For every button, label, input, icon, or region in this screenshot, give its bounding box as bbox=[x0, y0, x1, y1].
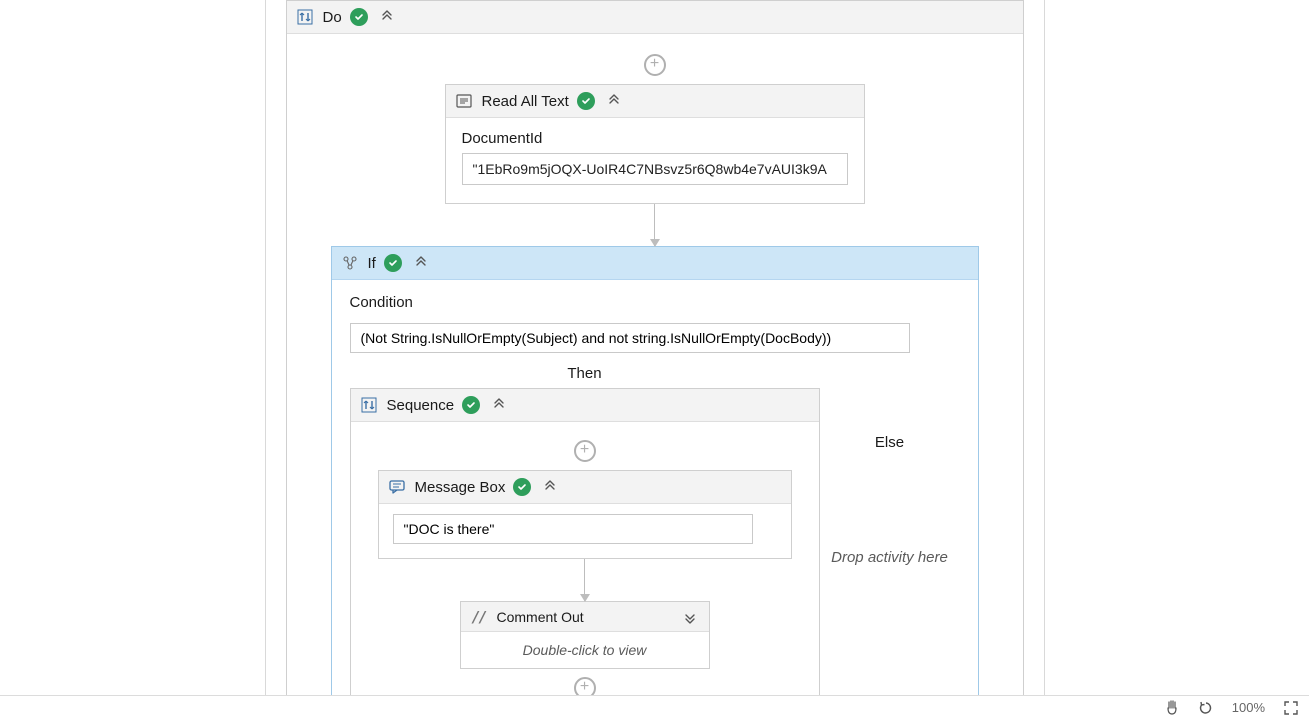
flow-connector bbox=[584, 559, 585, 601]
comment-out-activity[interactable]: // Comment Out Double-click to view bbox=[460, 601, 710, 669]
status-ok-icon bbox=[577, 92, 595, 110]
collapse-icon[interactable] bbox=[603, 90, 625, 112]
do-header[interactable]: Do bbox=[287, 1, 1023, 34]
add-activity-button[interactable] bbox=[644, 54, 666, 76]
then-branch[interactable]: Then Sequence bbox=[350, 365, 820, 695]
if-activity[interactable]: If Condition bbox=[331, 246, 979, 695]
status-ok-icon bbox=[462, 396, 480, 414]
else-branch[interactable]: Else Drop activity here bbox=[820, 365, 960, 695]
status-ok-icon bbox=[384, 254, 402, 272]
status-bar: 100% bbox=[0, 695, 1309, 719]
sequence-icon bbox=[359, 395, 379, 415]
if-icon bbox=[340, 253, 360, 273]
else-drop-hint: Drop activity here bbox=[831, 549, 948, 566]
add-activity-button[interactable] bbox=[574, 440, 596, 462]
collapse-icon[interactable] bbox=[539, 476, 561, 498]
documentid-label: DocumentId bbox=[462, 130, 848, 147]
reset-zoom-icon[interactable] bbox=[1198, 700, 1214, 716]
message-box-icon bbox=[387, 477, 407, 497]
do-body: Read All Text DocumentId bbox=[287, 34, 1023, 695]
collapse-icon[interactable] bbox=[410, 252, 432, 274]
read-all-text-header[interactable]: Read All Text bbox=[446, 85, 864, 118]
flow-connector bbox=[654, 204, 655, 246]
message-box-activity[interactable]: Message Box bbox=[378, 470, 792, 559]
do-title: Do bbox=[323, 9, 342, 26]
if-header[interactable]: If bbox=[332, 247, 978, 280]
documentid-input[interactable] bbox=[462, 153, 848, 185]
do-activity[interactable]: Do bbox=[286, 0, 1024, 695]
status-ok-icon bbox=[350, 8, 368, 26]
collapse-icon[interactable] bbox=[488, 394, 510, 416]
zoom-level[interactable]: 100% bbox=[1232, 700, 1265, 715]
sequence-activity[interactable]: Sequence bbox=[350, 388, 820, 695]
collapse-icon[interactable] bbox=[376, 6, 398, 28]
read-all-text-title: Read All Text bbox=[482, 93, 569, 110]
fit-screen-icon[interactable] bbox=[1283, 700, 1299, 716]
comment-out-hint[interactable]: Double-click to view bbox=[461, 632, 709, 668]
read-all-text-activity[interactable]: Read All Text DocumentId bbox=[445, 84, 865, 204]
status-ok-icon bbox=[513, 478, 531, 496]
read-text-icon bbox=[454, 91, 474, 111]
comment-out-header[interactable]: // Comment Out bbox=[461, 602, 709, 632]
comment-out-title: Comment Out bbox=[497, 609, 671, 625]
message-box-title: Message Box bbox=[415, 479, 506, 496]
condition-input[interactable] bbox=[350, 323, 910, 353]
add-activity-button[interactable] bbox=[574, 677, 596, 695]
sequence-header[interactable]: Sequence bbox=[351, 389, 819, 422]
condition-label: Condition bbox=[350, 294, 960, 311]
message-box-input[interactable] bbox=[393, 514, 753, 544]
else-label: Else bbox=[820, 434, 960, 451]
comment-icon: // bbox=[469, 607, 489, 627]
message-box-header[interactable]: Message Box bbox=[379, 471, 791, 504]
sequence-title: Sequence bbox=[387, 397, 455, 414]
expand-icon[interactable] bbox=[679, 606, 701, 628]
if-title: If bbox=[368, 255, 376, 272]
pan-icon[interactable] bbox=[1164, 700, 1180, 716]
sequence-icon bbox=[295, 7, 315, 27]
then-label: Then bbox=[350, 365, 820, 382]
